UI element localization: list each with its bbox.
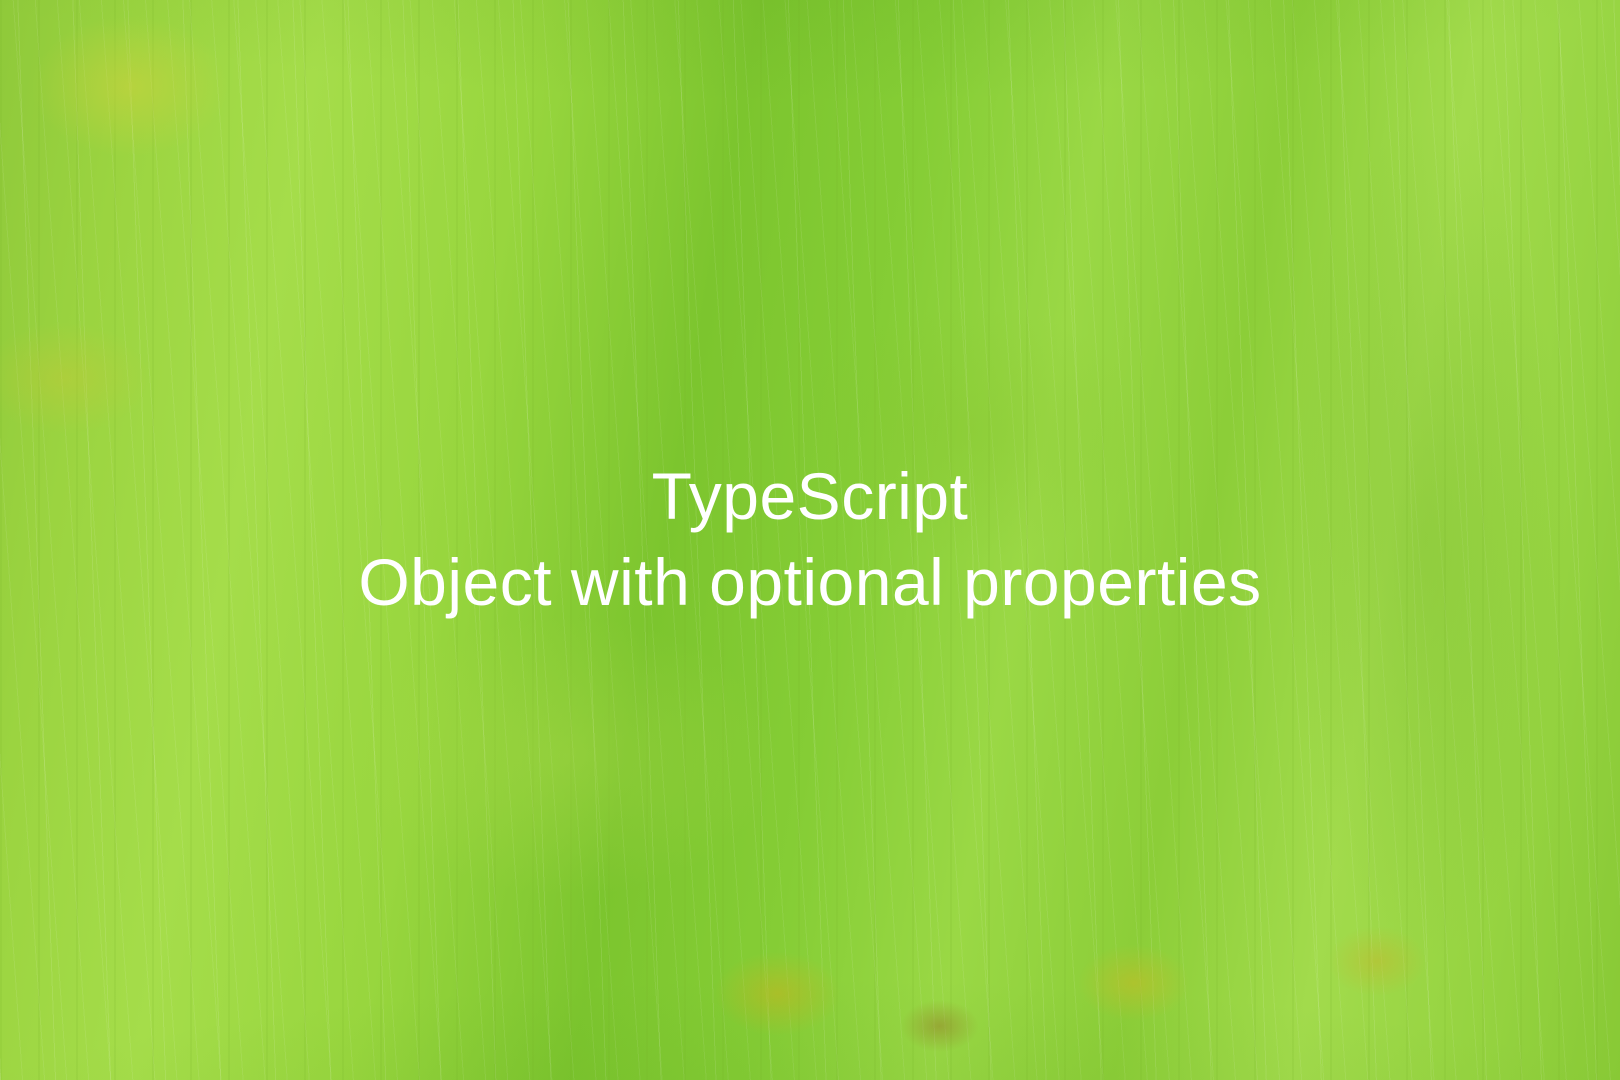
title-line-2: Object with optional properties: [358, 540, 1261, 626]
title-line-1: TypeScript: [652, 454, 969, 540]
leaf-background: TypeScript Object with optional properti…: [0, 0, 1620, 1080]
